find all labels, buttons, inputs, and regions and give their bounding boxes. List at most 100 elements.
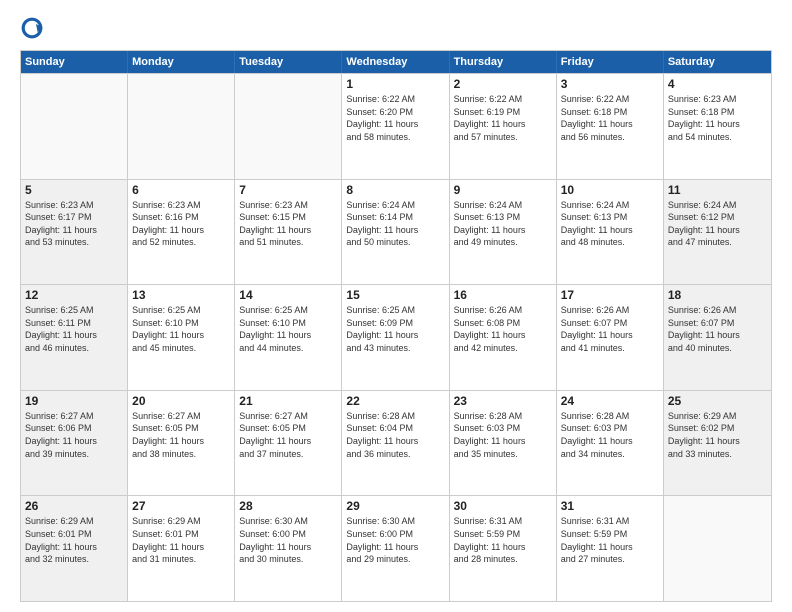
day-number: 29 [346,499,444,513]
calendar-cell-day-22: 22 Sunrise: 6:28 AM Sunset: 6:04 PM Dayli… [342,391,449,496]
calendar-row-2: 12 Sunrise: 6:25 AM Sunset: 6:11 PM Dayli… [21,284,771,390]
day-number: 14 [239,288,337,302]
day-number: 7 [239,183,337,197]
day-info: Sunrise: 6:25 AM Sunset: 6:09 PM Dayligh… [346,304,444,354]
calendar-row-4: 26 Sunrise: 6:29 AM Sunset: 6:01 PM Dayli… [21,495,771,601]
page: SundayMondayTuesdayWednesdayThursdayFrid… [0,0,792,612]
calendar-cell-day-24: 24 Sunrise: 6:28 AM Sunset: 6:03 PM Dayli… [557,391,664,496]
calendar-cell-day-11: 11 Sunrise: 6:24 AM Sunset: 6:12 PM Dayli… [664,180,771,285]
calendar-cell-day-13: 13 Sunrise: 6:25 AM Sunset: 6:10 PM Dayli… [128,285,235,390]
calendar: SundayMondayTuesdayWednesdayThursdayFrid… [20,50,772,602]
weekday-header-friday: Friday [557,51,664,73]
day-info: Sunrise: 6:26 AM Sunset: 6:07 PM Dayligh… [668,304,767,354]
calendar-cell-day-23: 23 Sunrise: 6:28 AM Sunset: 6:03 PM Dayli… [450,391,557,496]
logo [20,16,48,40]
calendar-cell-day-6: 6Sunrise: 6:23 AM Sunset: 6:16 PM Daylig… [128,180,235,285]
calendar-cell-day-8: 8Sunrise: 6:24 AM Sunset: 6:14 PM Daylig… [342,180,449,285]
day-info: Sunrise: 6:24 AM Sunset: 6:13 PM Dayligh… [561,199,659,249]
calendar-cell-empty [128,74,235,179]
day-info: Sunrise: 6:26 AM Sunset: 6:08 PM Dayligh… [454,304,552,354]
day-info: Sunrise: 6:23 AM Sunset: 6:18 PM Dayligh… [668,93,767,143]
calendar-header: SundayMondayTuesdayWednesdayThursdayFrid… [21,51,771,73]
day-number: 31 [561,499,659,513]
day-info: Sunrise: 6:28 AM Sunset: 6:03 PM Dayligh… [561,410,659,460]
weekday-header-tuesday: Tuesday [235,51,342,73]
day-info: Sunrise: 6:22 AM Sunset: 6:19 PM Dayligh… [454,93,552,143]
day-info: Sunrise: 6:30 AM Sunset: 6:00 PM Dayligh… [346,515,444,565]
weekday-header-wednesday: Wednesday [342,51,449,73]
day-info: Sunrise: 6:27 AM Sunset: 6:06 PM Dayligh… [25,410,123,460]
calendar-body: 1 Sunrise: 6:22 AM Sunset: 6:20 PM Daylig… [21,73,771,601]
day-number: 6 [132,183,230,197]
calendar-cell-day-21: 21 Sunrise: 6:27 AM Sunset: 6:05 PM Dayli… [235,391,342,496]
day-number: 9 [454,183,552,197]
day-info: Sunrise: 6:25 AM Sunset: 6:10 PM Dayligh… [132,304,230,354]
calendar-cell-empty [235,74,342,179]
day-info: Sunrise: 6:24 AM Sunset: 6:12 PM Dayligh… [668,199,767,249]
day-number: 18 [668,288,767,302]
calendar-cell-day-4: 4Sunrise: 6:23 AM Sunset: 6:18 PM Daylig… [664,74,771,179]
calendar-cell-day-18: 18 Sunrise: 6:26 AM Sunset: 6:07 PM Dayli… [664,285,771,390]
calendar-cell-day-25: 25 Sunrise: 6:29 AM Sunset: 6:02 PM Dayli… [664,391,771,496]
day-number: 8 [346,183,444,197]
day-number: 5 [25,183,123,197]
day-info: Sunrise: 6:28 AM Sunset: 6:04 PM Dayligh… [346,410,444,460]
day-number: 2 [454,77,552,91]
day-number: 21 [239,394,337,408]
day-info: Sunrise: 6:27 AM Sunset: 6:05 PM Dayligh… [132,410,230,460]
day-info: Sunrise: 6:23 AM Sunset: 6:15 PM Dayligh… [239,199,337,249]
day-info: Sunrise: 6:29 AM Sunset: 6:01 PM Dayligh… [132,515,230,565]
weekday-header-monday: Monday [128,51,235,73]
day-info: Sunrise: 6:25 AM Sunset: 6:10 PM Dayligh… [239,304,337,354]
day-number: 24 [561,394,659,408]
calendar-cell-day-31: 31 Sunrise: 6:31 AM Sunset: 5:59 PM Dayli… [557,496,664,601]
calendar-cell-day-3: 3Sunrise: 6:22 AM Sunset: 6:18 PM Daylig… [557,74,664,179]
day-info: Sunrise: 6:26 AM Sunset: 6:07 PM Dayligh… [561,304,659,354]
calendar-row-3: 19 Sunrise: 6:27 AM Sunset: 6:06 PM Dayli… [21,390,771,496]
day-number: 16 [454,288,552,302]
day-info: Sunrise: 6:31 AM Sunset: 5:59 PM Dayligh… [561,515,659,565]
calendar-cell-day-20: 20 Sunrise: 6:27 AM Sunset: 6:05 PM Dayli… [128,391,235,496]
calendar-cell-day-2: 2 Sunrise: 6:22 AM Sunset: 6:19 PM Daylig… [450,74,557,179]
day-info: Sunrise: 6:27 AM Sunset: 6:05 PM Dayligh… [239,410,337,460]
day-number: 25 [668,394,767,408]
calendar-cell-day-7: 7 Sunrise: 6:23 AM Sunset: 6:15 PM Daylig… [235,180,342,285]
day-number: 26 [25,499,123,513]
day-number: 27 [132,499,230,513]
calendar-cell-empty [664,496,771,601]
day-number: 10 [561,183,659,197]
calendar-row-0: 1 Sunrise: 6:22 AM Sunset: 6:20 PM Daylig… [21,73,771,179]
calendar-cell-day-12: 12 Sunrise: 6:25 AM Sunset: 6:11 PM Dayli… [21,285,128,390]
day-number: 1 [346,77,444,91]
day-number: 30 [454,499,552,513]
day-info: Sunrise: 6:31 AM Sunset: 5:59 PM Dayligh… [454,515,552,565]
day-number: 23 [454,394,552,408]
day-number: 11 [668,183,767,197]
calendar-row-1: 5 Sunrise: 6:23 AM Sunset: 6:17 PM Daylig… [21,179,771,285]
day-number: 12 [25,288,123,302]
day-info: Sunrise: 6:29 AM Sunset: 6:02 PM Dayligh… [668,410,767,460]
calendar-cell-day-28: 28Sunrise: 6:30 AM Sunset: 6:00 PM Dayli… [235,496,342,601]
day-info: Sunrise: 6:25 AM Sunset: 6:11 PM Dayligh… [25,304,123,354]
day-number: 22 [346,394,444,408]
day-number: 20 [132,394,230,408]
calendar-cell-day-5: 5 Sunrise: 6:23 AM Sunset: 6:17 PM Daylig… [21,180,128,285]
calendar-cell-day-26: 26Sunrise: 6:29 AM Sunset: 6:01 PM Dayli… [21,496,128,601]
day-info: Sunrise: 6:22 AM Sunset: 6:20 PM Dayligh… [346,93,444,143]
day-number: 28 [239,499,337,513]
day-number: 19 [25,394,123,408]
day-info: Sunrise: 6:28 AM Sunset: 6:03 PM Dayligh… [454,410,552,460]
logo-icon [20,16,44,40]
day-info: Sunrise: 6:22 AM Sunset: 6:18 PM Dayligh… [561,93,659,143]
calendar-cell-day-17: 17Sunrise: 6:26 AM Sunset: 6:07 PM Dayli… [557,285,664,390]
calendar-cell-day-9: 9Sunrise: 6:24 AM Sunset: 6:13 PM Daylig… [450,180,557,285]
day-number: 13 [132,288,230,302]
calendar-cell-day-16: 16 Sunrise: 6:26 AM Sunset: 6:08 PM Dayli… [450,285,557,390]
day-info: Sunrise: 6:23 AM Sunset: 6:17 PM Dayligh… [25,199,123,249]
header [20,16,772,40]
calendar-cell-day-30: 30 Sunrise: 6:31 AM Sunset: 5:59 PM Dayli… [450,496,557,601]
calendar-cell-day-15: 15Sunrise: 6:25 AM Sunset: 6:09 PM Dayli… [342,285,449,390]
calendar-cell-day-29: 29 Sunrise: 6:30 AM Sunset: 6:00 PM Dayli… [342,496,449,601]
calendar-cell-day-14: 14 Sunrise: 6:25 AM Sunset: 6:10 PM Dayli… [235,285,342,390]
weekday-header-saturday: Saturday [664,51,771,73]
